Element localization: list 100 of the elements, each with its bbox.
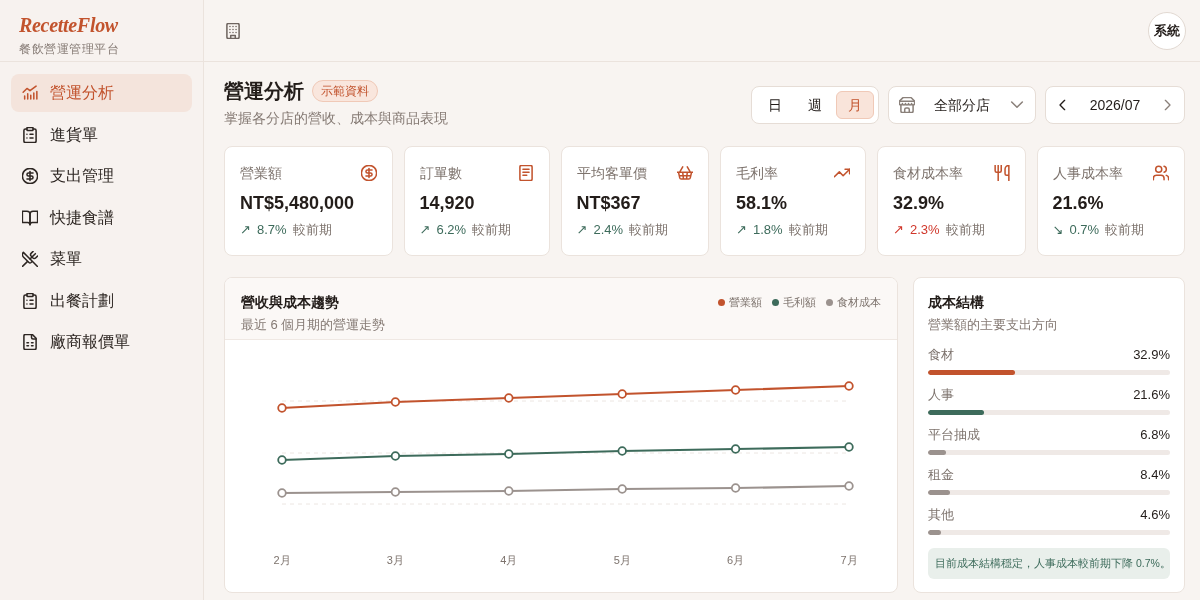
data-point: [617, 389, 627, 399]
data-point: [730, 444, 741, 454]
kpi-change: 2.4%: [593, 222, 624, 238]
nav-item[interactable]: 廠商報價單: [11, 323, 192, 361]
kpi-value: NT$367: [576, 192, 642, 214]
cost-value: 21.6%: [1133, 386, 1170, 404]
month-label: 6月: [727, 554, 745, 566]
nav-item[interactable]: 支出管理: [11, 157, 192, 195]
branch-select[interactable]: 全部分店: [888, 86, 1036, 124]
chart-icon: [22, 85, 38, 101]
data-point: [504, 486, 514, 496]
cost-note: 目前成本結構穩定，人事成本較前期下降 0.7%。: [928, 548, 1170, 579]
period-tab[interactable]: 日: [756, 91, 794, 119]
kpi-change: 1.8%: [752, 222, 783, 238]
kpi-label: 毛利率: [736, 163, 779, 183]
basket-icon: [677, 165, 694, 181]
kpi-change: 0.7%: [1069, 222, 1100, 238]
kpi-comparison: 較前期: [629, 222, 669, 238]
kpi-change: 8.7%: [256, 222, 287, 238]
utensils-icon: [22, 251, 38, 267]
kpi-change: 6.2%: [436, 222, 467, 238]
cost-label: 其他: [928, 506, 954, 524]
branch-select-value: 全部分店: [933, 95, 991, 115]
period-tab[interactable]: 週: [796, 91, 834, 119]
data-point: [844, 442, 854, 452]
kpi-value: 14,920: [419, 192, 476, 214]
cost-label: 食材: [928, 346, 954, 364]
cost-value: 8.4%: [1140, 466, 1170, 484]
kpi-comparison: 較前期: [788, 222, 828, 238]
document-icon: [22, 334, 38, 350]
data-point: [844, 381, 854, 391]
data-point: [730, 385, 741, 395]
data-point: [504, 393, 514, 403]
kpi-change: 2.3%: [909, 222, 940, 238]
store-icon: [899, 97, 915, 113]
cost-value: 6.8%: [1140, 426, 1170, 444]
data-point: [277, 455, 287, 465]
month-label: 2月: [273, 554, 291, 566]
document-icon: [517, 165, 534, 181]
app-tagline: 餐飲營運管理平台: [19, 42, 119, 56]
kpi-label: 食材成本率: [893, 163, 964, 183]
data-point: [277, 488, 287, 498]
data-point: [390, 397, 401, 407]
cost-label: 人事: [928, 386, 954, 404]
nav-item[interactable]: 營運分析: [11, 74, 192, 112]
kpi-value: 58.1%: [736, 192, 789, 214]
cost-value: 4.6%: [1140, 506, 1170, 524]
cost-label: 租金: [928, 466, 954, 484]
legend-label: 毛利額: [783, 294, 816, 310]
kpi-value: 21.6%: [1052, 192, 1105, 214]
kpi-label: 訂單數: [419, 163, 462, 183]
kpi-comparison: 較前期: [1105, 222, 1145, 238]
month-label: 7月: [840, 554, 858, 566]
trend-arrow: ↗: [893, 222, 904, 238]
chart-subtitle: 最近 6 個月期的營運走勢: [241, 316, 386, 334]
kpi-value: 32.9%: [893, 192, 946, 214]
kpi-label: 營業額: [240, 163, 282, 183]
period-tab[interactable]: 月: [836, 91, 874, 119]
kpi-label: 平均客單價: [576, 163, 647, 183]
nav-item[interactable]: 快捷食譜: [11, 198, 192, 237]
clipboard-icon: [22, 292, 38, 309]
kpi-comparison: 較前期: [945, 222, 985, 238]
account-button[interactable]: 系統: [1148, 11, 1186, 50]
nav-item[interactable]: 出餐計劃: [11, 281, 192, 320]
data-point: [504, 449, 514, 459]
kpi-label: 人事成本率: [1052, 163, 1123, 183]
users-icon: [1153, 165, 1169, 181]
trend-arrow: ↗: [240, 222, 251, 238]
month-label: 5月: [613, 554, 631, 566]
trend-arrow: ↘: [1052, 222, 1064, 238]
book-icon: [22, 209, 38, 226]
legend-label: 食材成本: [837, 294, 881, 310]
cost-title: 成本結構: [928, 293, 985, 311]
nav-item[interactable]: 進貨單: [11, 115, 192, 154]
kpi-value: NT$5,480,000: [240, 192, 356, 214]
kpi-comparison: 較前期: [292, 222, 332, 238]
fork-knife-icon: [993, 165, 1010, 181]
month-label: 3月: [386, 554, 404, 566]
data-point: [617, 446, 627, 456]
trend-arrow: ↗: [576, 222, 588, 238]
data-point: [617, 484, 627, 494]
data-point: [390, 451, 401, 461]
month-value: 2026/07: [1089, 95, 1141, 115]
cost-subtitle: 營業額的主要支出方向: [928, 316, 1059, 334]
cost-value: 32.9%: [1133, 346, 1170, 364]
nav-item[interactable]: 菜單: [11, 240, 192, 278]
app-logo: RecetteFlow: [19, 13, 118, 37]
demo-data-badge: 示範資料: [312, 80, 378, 102]
building-icon[interactable]: [225, 22, 241, 39]
trend-arrow: ↗: [419, 222, 431, 238]
data-point: [844, 481, 854, 491]
trend-arrow: ↗: [736, 222, 747, 238]
dollar-icon: [22, 168, 38, 184]
data-point: [390, 487, 401, 497]
chart-title: 營收與成本趨勢: [241, 293, 340, 311]
clipboard-icon: [22, 126, 38, 143]
page-title: 營運分析: [224, 79, 304, 103]
page-subtitle: 掌握各分店的營收、成本與商品表現: [224, 109, 448, 127]
legend-label: 營業額: [729, 294, 762, 310]
data-point: [277, 403, 287, 413]
